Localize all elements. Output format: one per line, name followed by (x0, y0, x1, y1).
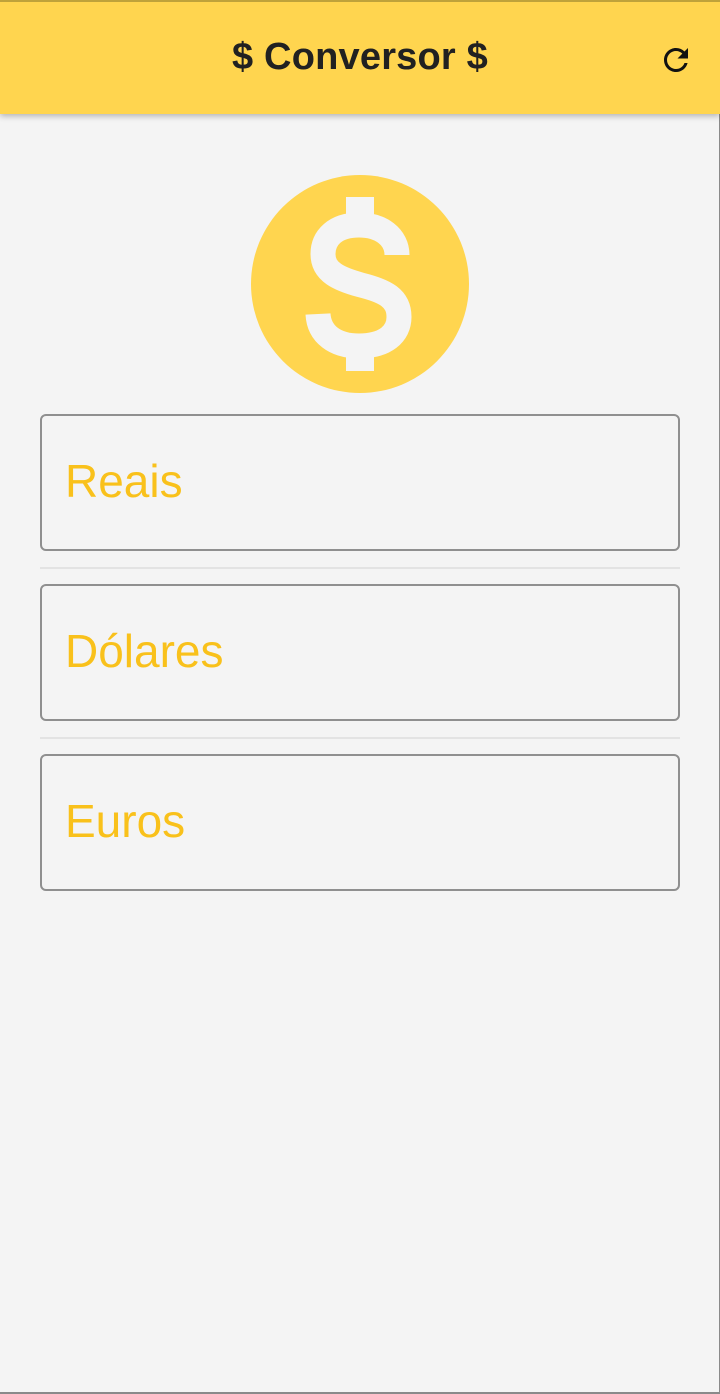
refresh-icon (664, 48, 688, 72)
dollar-sign-icon (305, 197, 412, 371)
reais-input[interactable]: Reais (40, 414, 680, 551)
divider (40, 567, 680, 569)
dolares-label: Dólares (65, 625, 224, 677)
dolares-input[interactable]: Dólares (40, 584, 680, 721)
app-bar: $ Conversor $ (0, 0, 720, 114)
euros-input[interactable]: Euros (40, 754, 680, 891)
euros-label: Euros (65, 795, 186, 847)
dollar-coin-icon (251, 175, 469, 393)
app-title: $ Conversor $ (231, 36, 489, 78)
refresh-button[interactable] (654, 38, 698, 82)
divider (40, 737, 680, 739)
reais-label: Reais (65, 455, 183, 507)
